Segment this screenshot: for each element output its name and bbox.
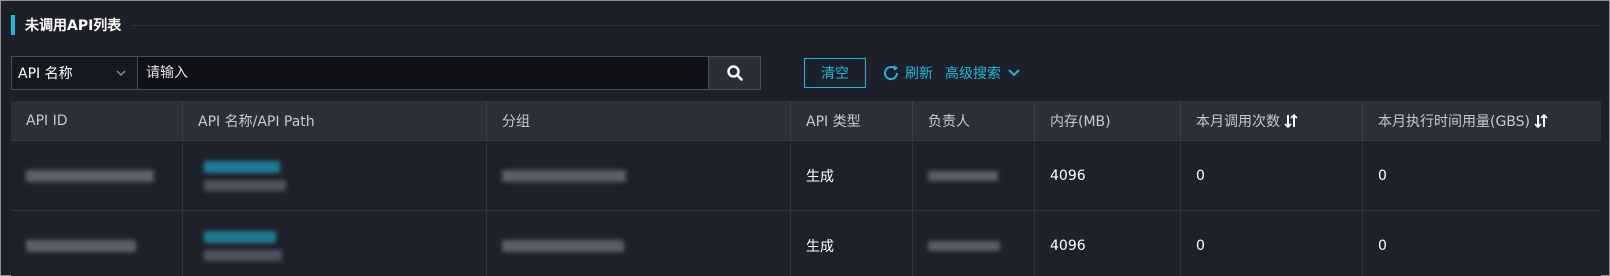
- redacted-api-path: [204, 179, 286, 191]
- cell-api-type: 生成: [791, 141, 913, 210]
- clear-button[interactable]: 清空: [804, 58, 866, 88]
- column-label: 内存(MB): [1050, 114, 1111, 130]
- redacted-owner: [928, 240, 1000, 251]
- refresh-label: 刷新: [905, 66, 933, 82]
- cell-exec-usage: 0: [1378, 237, 1387, 254]
- column-header-api-id: API ID: [11, 101, 183, 141]
- search-button[interactable]: [708, 57, 760, 89]
- cell-memory: 4096: [1035, 211, 1181, 276]
- column-header-memory: 内存(MB): [1035, 101, 1181, 141]
- section-header: 未调用API列表: [11, 15, 121, 35]
- panel: 未调用API列表 API 名称 清空 刷新 高级搜索: [0, 0, 1610, 276]
- search-bar: API 名称: [11, 56, 761, 90]
- table-row[interactable]: 生成 4096 0 0: [11, 211, 1601, 276]
- column-header-api-name: API 名称/API Path: [183, 101, 487, 141]
- redacted-group: [502, 169, 626, 182]
- cell-group: [487, 211, 791, 276]
- column-label: 本月执行时间用量(GBS): [1378, 114, 1531, 130]
- sort-icon[interactable]: [1534, 113, 1548, 129]
- refresh-button[interactable]: 刷新: [881, 59, 933, 87]
- column-label: API 类型: [806, 114, 861, 130]
- title-accent-bar: [11, 15, 15, 35]
- column-label: 负责人: [928, 114, 970, 130]
- chevron-down-icon: [116, 70, 126, 77]
- column-header-owner: 负责人: [913, 101, 1035, 141]
- api-table: API ID API 名称/API Path 分组 API 类型 负责人 内存(…: [11, 101, 1601, 276]
- search-field-select[interactable]: API 名称: [12, 57, 138, 89]
- refresh-icon: [884, 65, 899, 81]
- column-header-group: 分组: [487, 101, 791, 141]
- redacted-owner: [928, 170, 998, 181]
- advanced-search-toggle[interactable]: 高级搜索: [945, 59, 1021, 87]
- column-header-monthly-calls[interactable]: 本月调用次数: [1181, 101, 1363, 141]
- column-label: 分组: [502, 114, 530, 130]
- cell-monthly-calls: 0: [1181, 211, 1363, 276]
- table-row[interactable]: 生成 4096 0 0: [11, 141, 1601, 211]
- column-label: API 名称/API Path: [198, 114, 315, 130]
- cell-api-name: [183, 141, 487, 210]
- column-header-exec-usage[interactable]: 本月执行时间用量(GBS): [1363, 101, 1601, 141]
- cell-owner: [913, 211, 1035, 276]
- table-header: API ID API 名称/API Path 分组 API 类型 负责人 内存(…: [11, 101, 1601, 141]
- cell-group: [487, 141, 791, 210]
- advanced-search-label: 高级搜索: [945, 66, 1001, 82]
- search-icon: [726, 65, 743, 81]
- redacted-api-id: [26, 169, 154, 182]
- section-title: 未调用API列表: [25, 18, 122, 34]
- redacted-api-name-link[interactable]: [204, 230, 276, 243]
- cell-api-id: [11, 141, 183, 210]
- redacted-api-id: [26, 239, 136, 252]
- cell-monthly-calls: 0: [1181, 141, 1363, 210]
- chevron-down-icon: [1008, 69, 1020, 77]
- column-header-api-type: API 类型: [791, 101, 913, 141]
- column-label: API ID: [26, 113, 68, 129]
- cell-exec-usage: 0: [1378, 167, 1387, 184]
- search-field-selected-value: API 名称: [18, 66, 73, 82]
- cell-owner: [913, 141, 1035, 210]
- cell-memory: 4096: [1035, 141, 1181, 210]
- redacted-group: [502, 239, 624, 252]
- cell-api-id: [11, 211, 183, 276]
- search-input[interactable]: [138, 57, 708, 89]
- column-label: 本月调用次数: [1196, 114, 1280, 130]
- cell-api-name: [183, 211, 487, 276]
- title-divider: [131, 25, 1599, 26]
- sort-icon[interactable]: [1284, 113, 1298, 129]
- redacted-api-name-link[interactable]: [204, 160, 280, 173]
- redacted-api-path: [204, 249, 282, 261]
- cell-api-type: 生成: [791, 211, 913, 276]
